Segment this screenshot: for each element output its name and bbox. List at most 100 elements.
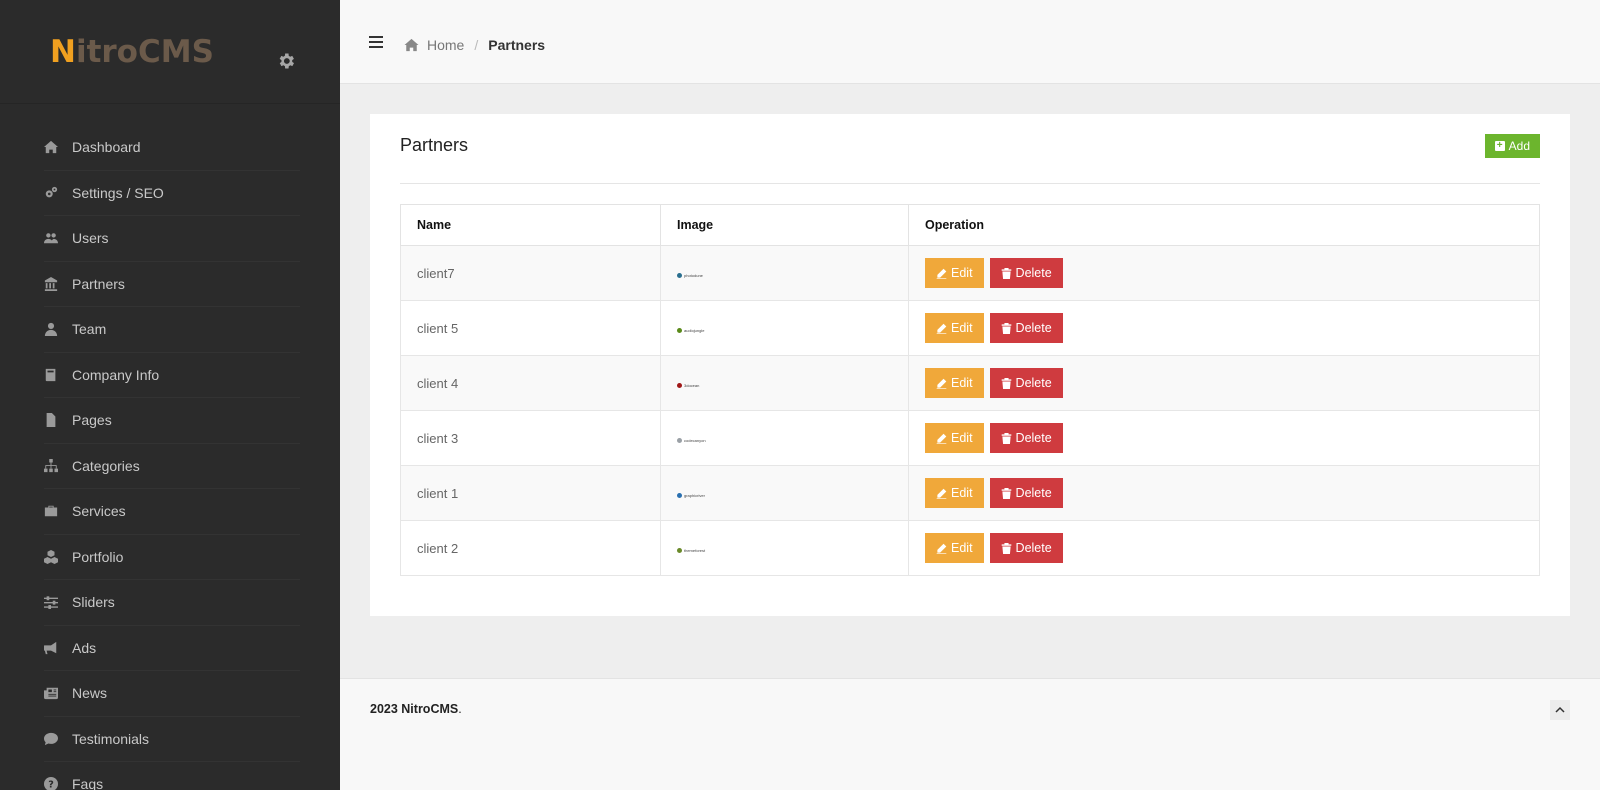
delete-button-label: Delete [1015, 376, 1052, 390]
sidebar-item-categories[interactable]: Categories [44, 444, 300, 489]
edit-button[interactable]: Edit [925, 258, 984, 288]
partner-image-cell: photodune [660, 245, 909, 301]
column-header-name: Name [400, 204, 661, 246]
delete-button-label: Delete [1015, 266, 1052, 280]
edit-button[interactable]: Edit [925, 478, 984, 508]
partner-name: client 1 [400, 465, 661, 521]
sidebar-item-label: Portfolio [72, 548, 124, 565]
breadcrumb: Home / Partners [404, 37, 545, 53]
sidebar-item-company-info[interactable]: Company Info [44, 353, 300, 398]
sidebar-item-services[interactable]: Services [44, 489, 300, 535]
sidebar-item-ads[interactable]: Ads [44, 626, 300, 671]
trash-icon [1001, 487, 1011, 499]
delete-button-label: Delete [1015, 431, 1052, 445]
logo-mark-icon [677, 547, 682, 553]
delete-button[interactable]: Delete [989, 368, 1063, 398]
trash-icon [1001, 267, 1011, 279]
logo-mark-icon [677, 272, 682, 278]
sidebar-item-portfolio[interactable]: Portfolio [44, 535, 300, 580]
edit-button[interactable]: Edit [925, 313, 984, 343]
sidebar-item-label: Dashboard [72, 139, 141, 156]
delete-button-label: Delete [1015, 486, 1052, 500]
table-row: client 5 audiojungle Edit Delete [400, 300, 1540, 356]
sidebar-item-label: Testimonials [72, 730, 150, 747]
operation-cell: Edit Delete [908, 410, 1540, 466]
edit-button-label: Edit [951, 541, 973, 555]
table-header-row: Name Image Operation [400, 204, 1540, 246]
operation-cell: Edit Delete [908, 520, 1540, 576]
delete-button[interactable]: Delete [989, 478, 1063, 508]
sidebar-item-sliders[interactable]: Sliders [44, 580, 300, 626]
sidebar-item-dashboard[interactable]: Dashboard [44, 125, 300, 171]
sidebar-item-partners[interactable]: Partners [44, 262, 300, 307]
edit-button[interactable]: Edit [925, 533, 984, 563]
logo-mark-icon [677, 492, 682, 498]
comment-icon [44, 731, 62, 747]
sidebar-nav: Dashboard Settings / SEO Users Partners … [0, 104, 340, 790]
panel-divider [400, 183, 1540, 184]
partner-logo-thumbnail: codecanyon [677, 437, 706, 443]
sidebar-item-label: Settings / SEO [72, 184, 164, 201]
sidebar-item-pages[interactable]: Pages [44, 398, 300, 444]
sidebar-item-label: Company Info [72, 366, 160, 383]
bullhorn-icon [44, 640, 62, 656]
trash-icon [1001, 432, 1011, 444]
edit-button[interactable]: Edit [925, 423, 984, 453]
breadcrumb-home-link[interactable]: Home [404, 37, 464, 53]
footer-brand: 2023 NitroCMS [370, 702, 459, 716]
operation-cell: Edit Delete [908, 355, 1540, 411]
partner-name: client7 [400, 245, 661, 301]
sidebar-item-settings-seo[interactable]: Settings / SEO [44, 171, 300, 216]
sidebar-item-label: Categories [72, 457, 140, 474]
logo-text: itroCMS [75, 34, 214, 70]
breadcrumb-home-label: Home [427, 37, 465, 53]
partner-name: client 4 [400, 355, 661, 411]
sidebar-item-label: Sliders [72, 594, 115, 611]
edit-button[interactable]: Edit [925, 368, 984, 398]
breadcrumb-separator: / [474, 37, 479, 53]
delete-button[interactable]: Delete [989, 423, 1063, 453]
briefcase-icon [44, 503, 62, 519]
sidebar-item-news[interactable]: News [44, 671, 300, 717]
logo-mark-icon [677, 382, 682, 388]
delete-button-label: Delete [1015, 541, 1052, 555]
partner-logo-thumbnail: audiojungle [677, 327, 705, 333]
delete-button[interactable]: Delete [989, 258, 1063, 288]
partner-logo-text: codecanyon [684, 437, 706, 443]
chevron-up-icon [1555, 706, 1565, 713]
trash-icon [1001, 542, 1011, 554]
sidebar-item-testimonials[interactable]: Testimonials [44, 717, 300, 762]
sitemap-icon [44, 458, 62, 474]
pencil-icon [936, 543, 947, 554]
partner-image-cell: themeforest [660, 520, 909, 576]
sidebar-item-label: Team [72, 321, 107, 338]
table-row: client 4 3docean Edit Delete [400, 355, 1540, 411]
sidebar-header: NitroCMS [0, 0, 340, 104]
settings-gear-icon[interactable] [276, 51, 296, 71]
hamburger-menu-icon[interactable] [369, 36, 383, 50]
add-button[interactable]: + Add [1484, 134, 1540, 158]
partner-image-cell: codecanyon [660, 410, 909, 466]
pencil-icon [936, 323, 947, 334]
sidebar-item-faqs[interactable]: ? Faqs [44, 762, 300, 790]
sidebar-item-users[interactable]: Users [44, 216, 300, 262]
home-icon [404, 38, 419, 52]
delete-button[interactable]: Delete [989, 533, 1063, 563]
sidebar-item-label: Ads [72, 639, 97, 656]
partner-name: client 3 [400, 410, 661, 466]
sidebar-item-team[interactable]: Team [44, 307, 300, 353]
edit-button-label: Edit [951, 486, 973, 500]
column-header-image: Image [660, 204, 909, 246]
partner-logo-thumbnail: photodune [677, 272, 703, 278]
partner-logo-text: audiojungle [684, 327, 705, 333]
scroll-to-top-button[interactable] [1550, 700, 1570, 720]
sidebar-item-label: News [72, 685, 108, 702]
footer-suffix: . [458, 702, 462, 716]
pencil-icon [936, 488, 947, 499]
partner-logo-text: photodune [684, 272, 703, 278]
table-row: client 3 codecanyon Edit Delete [400, 410, 1540, 466]
logo[interactable]: NitroCMS [50, 34, 214, 70]
delete-button[interactable]: Delete [989, 313, 1063, 343]
logo-accent-letter: N [50, 34, 76, 70]
sidebar-item-label: Pages [72, 412, 112, 429]
